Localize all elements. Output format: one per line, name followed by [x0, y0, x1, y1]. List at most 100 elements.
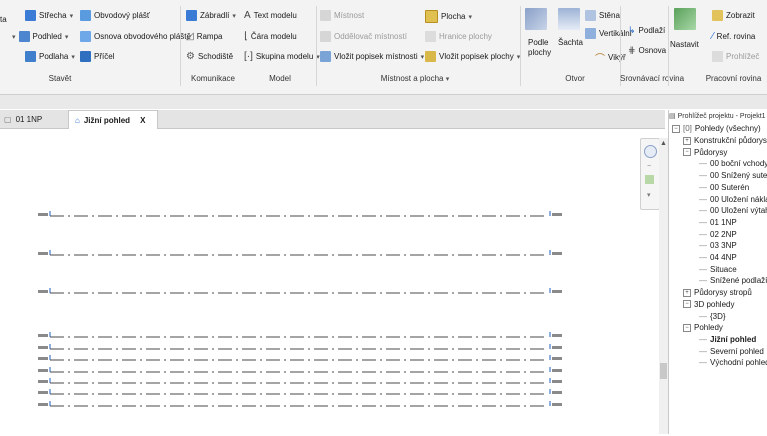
tree-item[interactable]: — Jižní pohled — [699, 335, 756, 344]
stair-button[interactable]: ⚙ Schodiště — [186, 51, 233, 62]
tree-item[interactable]: − Půdorysy — [683, 148, 727, 157]
room-area-panel-label[interactable]: Místnost a plocha ▾ — [370, 74, 460, 83]
level-head[interactable] — [552, 380, 562, 383]
scroll-thumb[interactable] — [660, 363, 667, 379]
set-work-plane-button[interactable]: Nastavit — [670, 40, 699, 49]
tab-01-1np[interactable]: ▢ 01 1NP — [2, 110, 64, 128]
level-head[interactable] — [38, 380, 48, 383]
tag-room-button[interactable]: Vložit popisek místnosti ▾ — [320, 51, 424, 62]
level-head[interactable] — [552, 391, 562, 394]
expand-icon[interactable]: + — [683, 136, 691, 145]
model-line-button[interactable]: ⌊ Čára modelu — [244, 31, 297, 42]
ramp-button[interactable]: ◿ Rampa — [186, 31, 223, 42]
tree-item[interactable]: —02 2NP — [699, 230, 737, 239]
grid-button[interactable]: ⋕ Osnova — [628, 45, 666, 56]
level-head[interactable] — [38, 346, 48, 349]
vertical-opening-button[interactable]: Vertikální — [585, 28, 632, 39]
dormer-button[interactable]: ⌒ Vikýř — [595, 50, 626, 65]
scroll-up-icon[interactable]: ▲ — [660, 140, 667, 147]
ribbon-cut-item[interactable]: ta — [0, 15, 7, 24]
elevation-drawing — [38, 211, 562, 407]
level-head[interactable] — [552, 252, 562, 255]
tree-item[interactable]: —04 4NP — [699, 253, 737, 262]
tree-item[interactable]: + Konstrukční půdorysy — [683, 136, 767, 145]
tree-item[interactable]: −3D pohledy — [683, 300, 734, 309]
tree-item[interactable]: — Východní pohled — [699, 358, 767, 367]
opening-panel-label[interactable]: Otvor — [555, 74, 595, 83]
level-head[interactable] — [38, 290, 48, 293]
area-button[interactable]: Plocha ▾ — [425, 10, 472, 23]
railing-button[interactable]: Zábradlí ▾ — [186, 10, 236, 21]
close-tab-icon[interactable]: X — [140, 116, 145, 125]
model-group-button[interactable]: [·] Skupina modelu ▾ — [244, 51, 320, 62]
area-boundary-button[interactable]: Hranice plochy — [425, 31, 492, 42]
floor-button[interactable]: Podlaha ▾ — [25, 51, 75, 62]
level-head[interactable] — [552, 334, 562, 337]
level-head[interactable] — [38, 403, 48, 406]
tree-item[interactable]: —00 Snížený suterén — [699, 171, 767, 180]
tree-item[interactable]: — {3D} — [699, 312, 726, 321]
model-panel-label[interactable]: Model — [255, 74, 305, 83]
shaft-button[interactable]: Šachta — [558, 38, 583, 47]
level-button[interactable]: ↳ Podlaží — [628, 25, 665, 36]
collapse-icon[interactable]: − — [683, 300, 691, 309]
ceiling-button[interactable]: ▾ Podhled ▾ — [12, 31, 68, 42]
tree-item[interactable]: —00 Uložení výtahu — [699, 206, 767, 215]
ref-plane-button[interactable]: ⁄ Ref. rovina — [712, 31, 755, 42]
level-head[interactable] — [38, 391, 48, 394]
tree-item[interactable]: + Půdorysy stropů — [683, 288, 752, 297]
show-work-plane-button[interactable]: Zobrazit — [712, 10, 755, 21]
curtain-grid-button[interactable]: Osnova obvodového pláště — [80, 31, 191, 42]
room-separator-button[interactable]: Oddělovač místností — [320, 31, 407, 42]
tree-item[interactable]: —01 1NP — [699, 218, 737, 227]
collapse-icon[interactable]: − — [672, 124, 680, 133]
tree-item[interactable]: —00 Suterén — [699, 183, 749, 192]
tab-jizni-pohled[interactable]: ⌂ Jižní pohled X — [68, 110, 158, 129]
level-head[interactable] — [552, 346, 562, 349]
tree-item[interactable]: — Situace — [699, 265, 737, 274]
level-head[interactable] — [552, 403, 562, 406]
level-head[interactable] — [38, 334, 48, 337]
level-head[interactable] — [38, 213, 48, 216]
model-text-button[interactable]: A Text modelu — [244, 10, 297, 21]
tree-root[interactable]: − [0] Pohledy (všechny) — [672, 124, 761, 133]
collapse-icon[interactable]: − — [683, 148, 691, 157]
datum-panel-label[interactable]: Srovnávací rovina — [617, 74, 687, 83]
zoom-region-icon[interactable] — [645, 175, 654, 184]
curtain-wall-button[interactable]: Obvodový plášť — [80, 10, 150, 21]
railing-icon — [186, 10, 197, 21]
tree-item[interactable]: — Snížené podlaží — [699, 276, 767, 285]
tree-item[interactable]: — Severní pohled — [699, 347, 764, 356]
circulation-panel-label[interactable]: Komunikace — [183, 74, 243, 83]
roof-button[interactable]: Střecha ▾ — [25, 10, 73, 21]
viewer-button[interactable]: Prohlížeč — [712, 51, 759, 62]
vertical-scrollbar[interactable]: ▲ — [659, 138, 668, 434]
steering-wheel-icon[interactable] — [644, 145, 657, 158]
level-head[interactable] — [38, 252, 48, 255]
level-head[interactable] — [38, 369, 48, 372]
nav-menu-icon[interactable]: ▾ — [647, 191, 651, 199]
navigation-bar[interactable]: − ▾ — [640, 138, 660, 210]
work-plane-panel-label[interactable]: Pracovní rovina — [700, 74, 767, 83]
level-head[interactable] — [552, 290, 562, 293]
tree-item[interactable]: —00 boční vchody — [699, 159, 767, 168]
tree-item[interactable]: —03 3NP — [699, 241, 737, 250]
mullion-button[interactable]: Příčel — [80, 51, 114, 62]
zoom-out-icon[interactable]: − — [647, 163, 651, 170]
by-face-button[interactable]: Podle plochy — [528, 38, 554, 58]
dropdown-arrow-icon: ▾ — [71, 53, 75, 61]
tag-area-button[interactable]: Vložit popisek plochy ▾ — [425, 51, 520, 62]
room-icon — [320, 10, 331, 21]
build-panel-label[interactable]: Stavět — [30, 74, 90, 83]
tree-item[interactable]: − Pohledy — [683, 323, 723, 332]
level-head[interactable] — [552, 369, 562, 372]
expand-icon[interactable]: + — [683, 288, 691, 297]
level-head[interactable] — [552, 213, 562, 216]
room-button[interactable]: Místnost — [320, 10, 364, 21]
level-head[interactable] — [552, 357, 562, 360]
level-head[interactable] — [38, 357, 48, 360]
collapse-icon[interactable]: − — [683, 323, 691, 332]
drawing-canvas[interactable] — [0, 129, 660, 434]
wall-opening-button[interactable]: Stěna — [585, 10, 620, 21]
tree-item[interactable]: —00 Uložení nákladu — [699, 195, 767, 204]
